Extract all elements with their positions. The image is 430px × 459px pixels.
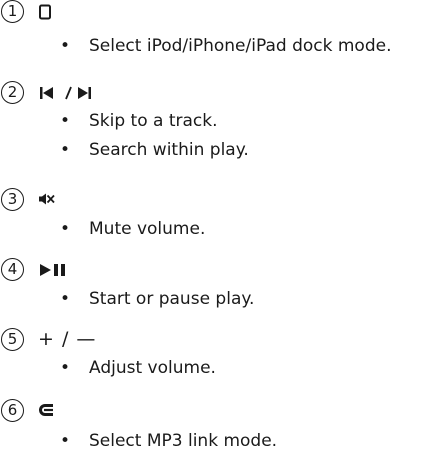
volume-plus-minus-text: + / — <box>38 328 97 350</box>
item-header: 5 + / — <box>0 328 430 352</box>
item-header: 1 <box>0 0 430 24</box>
item-number: 5 <box>1 328 24 351</box>
mute-icon <box>38 191 56 211</box>
bullet-marker: • <box>60 36 71 56</box>
item-description: Select MP3 link mode. <box>89 431 278 451</box>
item-description: Mute volume. <box>89 219 206 239</box>
bullet-marker: • <box>60 289 71 309</box>
item-header: 4 <box>0 258 430 282</box>
bullet-marker: • <box>60 431 71 451</box>
volume-symbol: + / — <box>38 329 96 349</box>
item-header: 2 <box>0 81 430 105</box>
item-description: Adjust volume. <box>89 358 216 378</box>
item-description: Skip to a track. <box>89 111 218 131</box>
item-number: 1 <box>1 0 24 23</box>
play-pause-icon <box>38 261 74 281</box>
bullet-marker: • <box>60 111 71 131</box>
item-number: 6 <box>1 399 24 422</box>
dock-icon <box>38 4 52 24</box>
bullet-marker: • <box>60 219 71 239</box>
item-header: 3 <box>0 188 430 212</box>
item-description: Start or pause play. <box>89 289 255 309</box>
item-description: Select iPod/iPhone/iPad dock mode. <box>89 36 392 56</box>
item-header: 6 <box>0 399 430 423</box>
item-number: 4 <box>1 258 24 281</box>
bullet-marker: • <box>60 358 71 378</box>
item-description: Search within play. <box>89 140 249 160</box>
bullet-marker: • <box>60 140 71 160</box>
item-number: 3 <box>1 188 24 211</box>
mp3-link-icon <box>38 402 56 422</box>
previous-next-icon <box>38 84 102 104</box>
item-number: 2 <box>1 81 24 104</box>
